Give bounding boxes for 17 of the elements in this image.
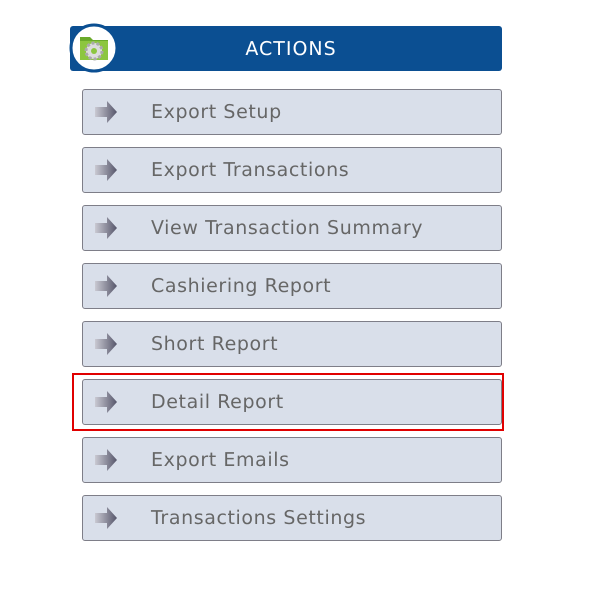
arrow-icon — [95, 333, 117, 355]
action-button[interactable]: Export Setup — [82, 89, 502, 135]
action-button[interactable]: Export Transactions — [82, 147, 502, 193]
arrow-icon — [95, 217, 117, 239]
arrow-icon — [95, 449, 117, 471]
action-button[interactable]: Detail Report — [82, 379, 502, 425]
action-button[interactable]: View Transaction Summary — [82, 205, 502, 251]
arrow-icon — [95, 507, 117, 529]
arrow-icon — [95, 159, 117, 181]
action-button[interactable]: Short Report — [82, 321, 502, 367]
arrow-icon — [95, 275, 117, 297]
arrow-icon — [95, 101, 117, 123]
action-button[interactable]: Cashiering Report — [82, 263, 502, 309]
action-button[interactable]: Export Emails — [82, 437, 502, 483]
header-title: ACTIONS — [245, 38, 337, 60]
arrow-icon — [95, 391, 117, 413]
action-button[interactable]: Transactions Settings — [82, 495, 502, 541]
